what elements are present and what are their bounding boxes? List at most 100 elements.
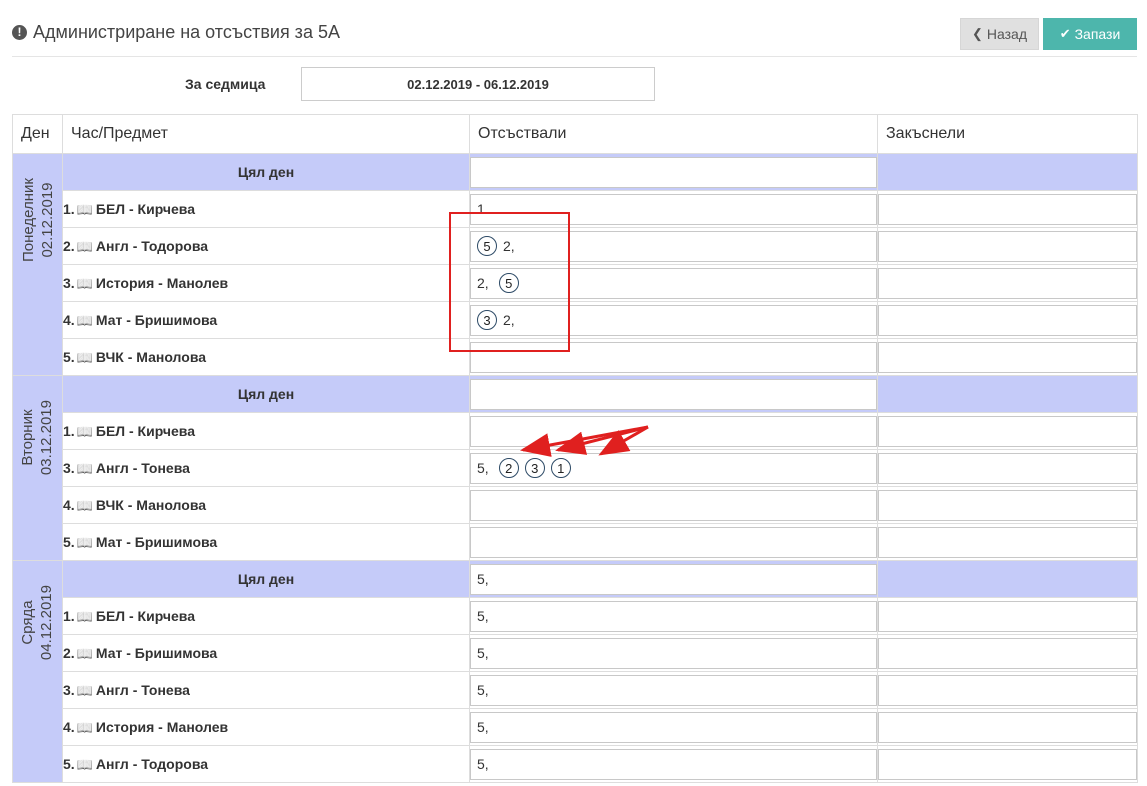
lesson-number: 1. [63, 200, 75, 217]
annotation-highlight-box [449, 212, 570, 352]
circled-number-mark: 3 [524, 458, 545, 478]
allday-row: Сряда 04.12.2019 Цял ден 5, [12, 560, 1138, 783]
allday-absent-field-cell [469, 153, 878, 191]
lesson-subject: Мат - Бришимова [95, 644, 218, 661]
day-name: Вторник [19, 409, 37, 466]
allday-absent-field[interactable]: 5, [470, 563, 877, 595]
absence-token: 5, [477, 460, 489, 476]
lesson-row: 2. 📖 Англ - Тодорова 5 2, [13, 227, 1138, 265]
lesson-subject-cell: 5. 📖 ВЧК - Манолова [62, 338, 470, 376]
late-field[interactable] [878, 193, 1137, 225]
late-field[interactable] [878, 341, 1137, 373]
absent-field[interactable]: 5, [470, 711, 877, 743]
lesson-row: 1. 📖 БЕЛ - Кирчева [13, 412, 1138, 450]
lesson-subject: Мат - Бришимова [95, 533, 218, 550]
col-header-day: Ден [12, 114, 63, 154]
lesson-subject-cell: 2. 📖 Мат - Бришимова [62, 634, 470, 672]
late-field-cell [877, 190, 1138, 228]
lesson-number: 5. [63, 533, 75, 550]
exclamation-circle-icon: ! [12, 24, 27, 40]
lesson-subject-cell: 1. 📖 БЕЛ - Кирчева [62, 190, 470, 228]
absence-token: 5, [477, 571, 489, 587]
day-label: Сряда 04.12.2019 [19, 585, 57, 660]
lesson-row: 4. 📖 Мат - Бришимова 3 2, [13, 301, 1138, 339]
absent-field[interactable]: 5, 2 3 1 [470, 452, 877, 484]
late-field[interactable] [878, 711, 1137, 743]
late-field[interactable] [878, 637, 1137, 669]
col-header-lesson: Час/Предмет [62, 114, 470, 154]
lesson-number: 3. [63, 274, 75, 291]
lesson-number: 1. [63, 607, 75, 624]
book-icon: 📖 [76, 312, 93, 328]
allday-label: Цял ден [62, 153, 470, 191]
allday-row: Понеделник 02.12.2019 Цял ден [12, 153, 1138, 376]
absent-field-cell: 5, 2 3 1 [469, 449, 878, 487]
lesson-subject-cell: 1. 📖 БЕЛ - Кирчева [62, 597, 470, 635]
lesson-subject: История - Манолев [95, 274, 229, 291]
lesson-subject: Англ - Тодорова [95, 755, 209, 772]
day-label: Понеделник 02.12.2019 [19, 178, 57, 262]
allday-absent-field[interactable] [470, 378, 877, 410]
absent-field[interactable] [470, 526, 877, 558]
lesson-subject: БЕЛ - Кирчева [95, 422, 196, 439]
page-header: ! Администриране на отсъствия за 5А ❮ На… [12, 0, 1137, 57]
lesson-number: 5. [63, 755, 75, 772]
late-field[interactable] [878, 674, 1137, 706]
circled-number-mark: 2 [498, 458, 519, 478]
absent-field[interactable]: 5, [470, 748, 877, 780]
late-field-cell [877, 264, 1138, 302]
absences-table: Ден Час/Предмет Отсъствали Закъснели Пон… [12, 114, 1138, 783]
late-field[interactable] [878, 600, 1137, 632]
absent-field-cell: 5, [469, 745, 878, 783]
late-field-cell [877, 597, 1138, 635]
absent-field-cell: 5, [469, 634, 878, 672]
lesson-subject-cell: 1. 📖 БЕЛ - Кирчева [62, 412, 470, 450]
late-field[interactable] [878, 267, 1137, 299]
lesson-number: 4. [63, 718, 75, 735]
day-date: 04.12.2019 [38, 585, 56, 661]
save-button[interactable]: ✔ Запази [1043, 18, 1137, 50]
lesson-row: 5. 📖 ВЧК - Манолова [13, 338, 1138, 376]
book-icon: 📖 [76, 423, 93, 439]
late-field[interactable] [878, 230, 1137, 262]
col-header-absent: Отсъствали [469, 114, 878, 154]
lesson-number: 5. [63, 348, 75, 365]
absent-field-cell [469, 412, 878, 450]
absent-field[interactable] [470, 415, 877, 447]
absent-field[interactable] [470, 489, 877, 521]
late-field[interactable] [878, 526, 1137, 558]
lesson-number: 2. [63, 644, 75, 661]
lesson-subject: Мат - Бришимова [95, 311, 218, 328]
lesson-subject-cell: 3. 📖 Англ - Тонева [62, 449, 470, 487]
back-button[interactable]: ❮ Назад [960, 18, 1039, 50]
absent-field[interactable]: 5, [470, 637, 877, 669]
back-button-label: Назад [986, 26, 1028, 42]
late-field[interactable] [878, 304, 1137, 336]
lesson-row: 4. 📖 ВЧК - Манолова [13, 486, 1138, 524]
late-field-cell [877, 708, 1138, 746]
lesson-subject: История - Манолев [95, 718, 229, 735]
week-select[interactable]: 02.12.2019 - 06.12.2019 [301, 67, 655, 101]
absent-field[interactable]: 5, [470, 600, 877, 632]
day-date: 02.12.2019 [38, 182, 56, 258]
page-title-text: Администриране на отсъствия за 5А [33, 22, 340, 42]
book-icon: 📖 [76, 238, 93, 254]
book-icon: 📖 [76, 534, 93, 550]
late-field[interactable] [878, 489, 1137, 521]
late-field[interactable] [878, 452, 1137, 484]
day-label: Вторник 03.12.2019 [19, 400, 57, 475]
absent-field-cell: 5, [469, 597, 878, 635]
absent-field[interactable]: 5, [470, 674, 877, 706]
book-icon: 📖 [76, 608, 93, 624]
lesson-row: 3. 📖 Англ - Тонева 5, 2 3 1 [13, 449, 1138, 487]
book-icon: 📖 [76, 756, 93, 772]
late-field[interactable] [878, 415, 1137, 447]
lesson-subject-cell: 4. 📖 Мат - Бришимова [62, 301, 470, 339]
late-field-cell [877, 412, 1138, 450]
book-icon: 📖 [76, 349, 93, 365]
late-field-cell [877, 449, 1138, 487]
allday-absent-field-cell [469, 375, 878, 413]
book-icon: 📖 [76, 460, 93, 476]
late-field[interactable] [878, 748, 1137, 780]
allday-absent-field[interactable] [470, 156, 877, 188]
